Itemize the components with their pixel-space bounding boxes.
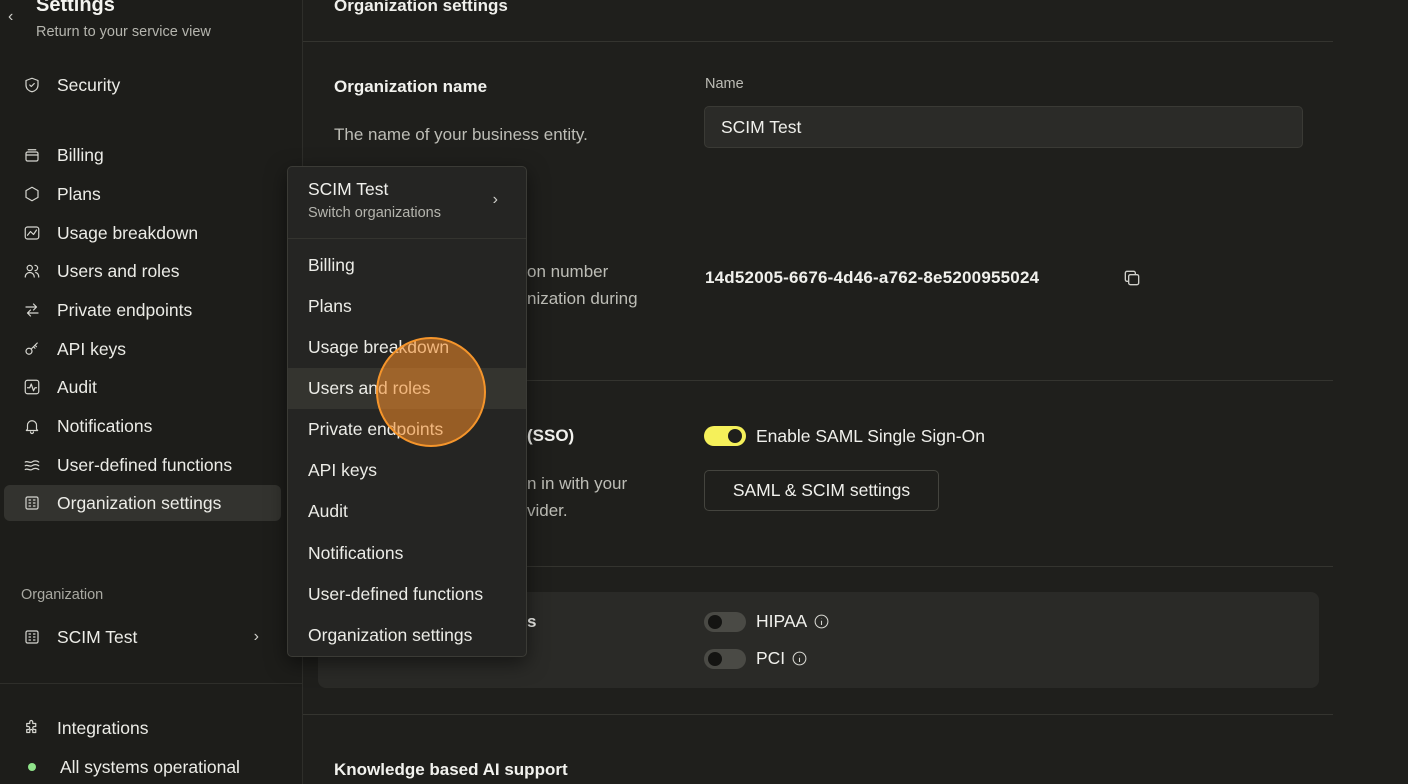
ai-support-heading: Knowledge based AI support bbox=[334, 760, 568, 779]
organization-section-label: Organization bbox=[21, 587, 104, 603]
sidebar-item-label: Users and roles bbox=[57, 260, 180, 281]
sidebar-item-usage-breakdown[interactable]: Usage breakdown bbox=[4, 215, 281, 251]
sidebar-item-label: User-defined functions bbox=[57, 454, 233, 475]
info-icon[interactable] bbox=[791, 650, 808, 667]
sidebar-item-label: Audit bbox=[57, 376, 97, 397]
sidebar-item-plans[interactable]: Plans bbox=[4, 176, 281, 212]
toggle-knob bbox=[728, 429, 742, 443]
org-id-description-line1: on number bbox=[527, 262, 609, 281]
saml-sso-toggle-label[interactable]: Enable SAML Single Sign-On bbox=[756, 426, 985, 447]
sidebar-item-api-keys[interactable]: API keys bbox=[4, 331, 281, 367]
chart-icon bbox=[22, 223, 42, 243]
dropdown-item-private-endpoints[interactable]: Private endpoints bbox=[288, 409, 526, 450]
sidebar-item-user-defined-functions[interactable]: User-defined functions bbox=[4, 447, 281, 483]
org-id-description-line2: nization during bbox=[527, 289, 638, 308]
sidebar-item-label: Integrations bbox=[57, 717, 149, 738]
bell-icon bbox=[22, 416, 42, 436]
name-field-label: Name bbox=[705, 76, 744, 92]
sidebar: ‹ Settings Return to your service view S… bbox=[0, 0, 303, 784]
sidebar-item-security[interactable]: Security bbox=[4, 67, 281, 103]
toggle-knob bbox=[708, 652, 722, 666]
sidebar-item-private-endpoints[interactable]: Private endpoints bbox=[4, 292, 281, 328]
sidebar-item-label: Billing bbox=[57, 144, 104, 165]
sidebar-item-notifications[interactable]: Notifications bbox=[4, 408, 281, 444]
chevron-left-icon[interactable]: ‹ bbox=[8, 8, 13, 26]
sidebar-item-label: Private endpoints bbox=[57, 299, 193, 320]
sidebar-divider bbox=[0, 683, 303, 684]
waves-icon bbox=[22, 455, 42, 475]
pci-toggle-label[interactable]: PCI bbox=[756, 648, 808, 669]
dropdown-item-billing[interactable]: Billing bbox=[288, 245, 526, 286]
dropdown-item-usage-breakdown[interactable]: Usage breakdown bbox=[288, 327, 526, 368]
hipaa-toggle-label[interactable]: HIPAA bbox=[756, 611, 830, 632]
page-title: Organization settings bbox=[334, 0, 508, 15]
organization-dropdown-menu: SCIM Test Switch organizations › Billing… bbox=[287, 166, 527, 657]
users-icon bbox=[22, 261, 42, 281]
status-dot-icon bbox=[28, 763, 36, 771]
org-name-description: The name of your business entity. bbox=[334, 125, 588, 144]
system-status-label: All systems operational bbox=[60, 756, 240, 777]
sidebar-item-organization-settings[interactable]: Organization settings bbox=[4, 485, 281, 521]
chevron-right-icon: › bbox=[253, 628, 259, 645]
sidebar-item-billing[interactable]: Billing bbox=[4, 137, 281, 173]
sidebar-item-users-and-roles[interactable]: Users and roles bbox=[4, 253, 281, 289]
building-icon bbox=[22, 493, 42, 513]
saml-scim-settings-button[interactable]: SAML & SCIM settings bbox=[704, 470, 939, 511]
sso-heading: (SSO) bbox=[527, 426, 575, 445]
switch-organizations-item[interactable]: SCIM Test Switch organizations › bbox=[288, 167, 526, 239]
hexagon-icon bbox=[22, 184, 42, 204]
sidebar-item-label: Organization settings bbox=[57, 492, 222, 513]
sidebar-title: Settings bbox=[36, 0, 115, 16]
system-status[interactable]: All systems operational bbox=[4, 749, 281, 784]
sidebar-item-label: Security bbox=[57, 74, 121, 95]
switch-organizations-label: Switch organizations bbox=[308, 205, 441, 221]
shield-icon bbox=[22, 75, 42, 95]
sidebar-item-label: Usage breakdown bbox=[57, 222, 199, 243]
dropdown-item-user-defined-functions[interactable]: User-defined functions bbox=[288, 574, 526, 615]
organization-switcher[interactable]: SCIM Test › bbox=[4, 619, 281, 655]
chevron-right-icon: › bbox=[492, 191, 498, 208]
organization-name-input[interactable] bbox=[704, 106, 1303, 148]
dropdown-item-organization-settings[interactable]: Organization settings bbox=[288, 615, 526, 656]
activity-icon bbox=[22, 377, 42, 397]
sidebar-item-audit[interactable]: Audit bbox=[4, 369, 281, 405]
pci-label: PCI bbox=[756, 648, 786, 668]
dropdown-item-api-keys[interactable]: API keys bbox=[288, 450, 526, 491]
divider bbox=[303, 714, 1333, 715]
toggle-knob bbox=[708, 615, 722, 629]
hipaa-toggle[interactable] bbox=[704, 612, 746, 632]
arrows-icon bbox=[22, 300, 42, 320]
copy-icon[interactable] bbox=[1122, 268, 1142, 288]
pci-toggle[interactable] bbox=[704, 649, 746, 669]
key-icon bbox=[22, 339, 42, 359]
organization-id: 14d52005-6676-4d46-a762-8e5200955024 bbox=[705, 268, 1040, 287]
dropdown-item-notifications[interactable]: Notifications bbox=[288, 533, 526, 574]
building-icon bbox=[22, 627, 42, 647]
dropdown-item-users-and-roles[interactable]: Users and roles bbox=[288, 368, 526, 409]
sidebar-header[interactable]: ‹ Settings Return to your service view bbox=[0, 0, 303, 48]
saml-sso-toggle[interactable] bbox=[704, 426, 746, 446]
info-icon[interactable] bbox=[813, 613, 830, 630]
sidebar-item-integrations[interactable]: Integrations bbox=[4, 710, 281, 746]
app-root: ‹ Settings Return to your service view S… bbox=[0, 0, 1408, 784]
sso-description-line1: n in with your bbox=[527, 474, 628, 493]
hipaa-label: HIPAA bbox=[756, 611, 808, 631]
compliance-heading: s bbox=[527, 612, 537, 631]
org-name-heading: Organization name bbox=[334, 77, 488, 96]
dropdown-item-audit[interactable]: Audit bbox=[288, 491, 526, 532]
dropdown-item-plans[interactable]: Plans bbox=[288, 286, 526, 327]
sso-description-line2: vider. bbox=[527, 501, 568, 520]
sidebar-item-label: Notifications bbox=[57, 415, 153, 436]
puzzle-icon bbox=[22, 718, 42, 738]
divider bbox=[303, 41, 1333, 42]
sidebar-item-label: API keys bbox=[57, 338, 127, 359]
dropdown-org-name: SCIM Test bbox=[308, 179, 389, 199]
sidebar-item-label: Plans bbox=[57, 183, 101, 204]
organization-name: SCIM Test bbox=[57, 626, 138, 647]
sidebar-subtitle[interactable]: Return to your service view bbox=[36, 24, 211, 40]
billing-icon bbox=[22, 145, 42, 165]
